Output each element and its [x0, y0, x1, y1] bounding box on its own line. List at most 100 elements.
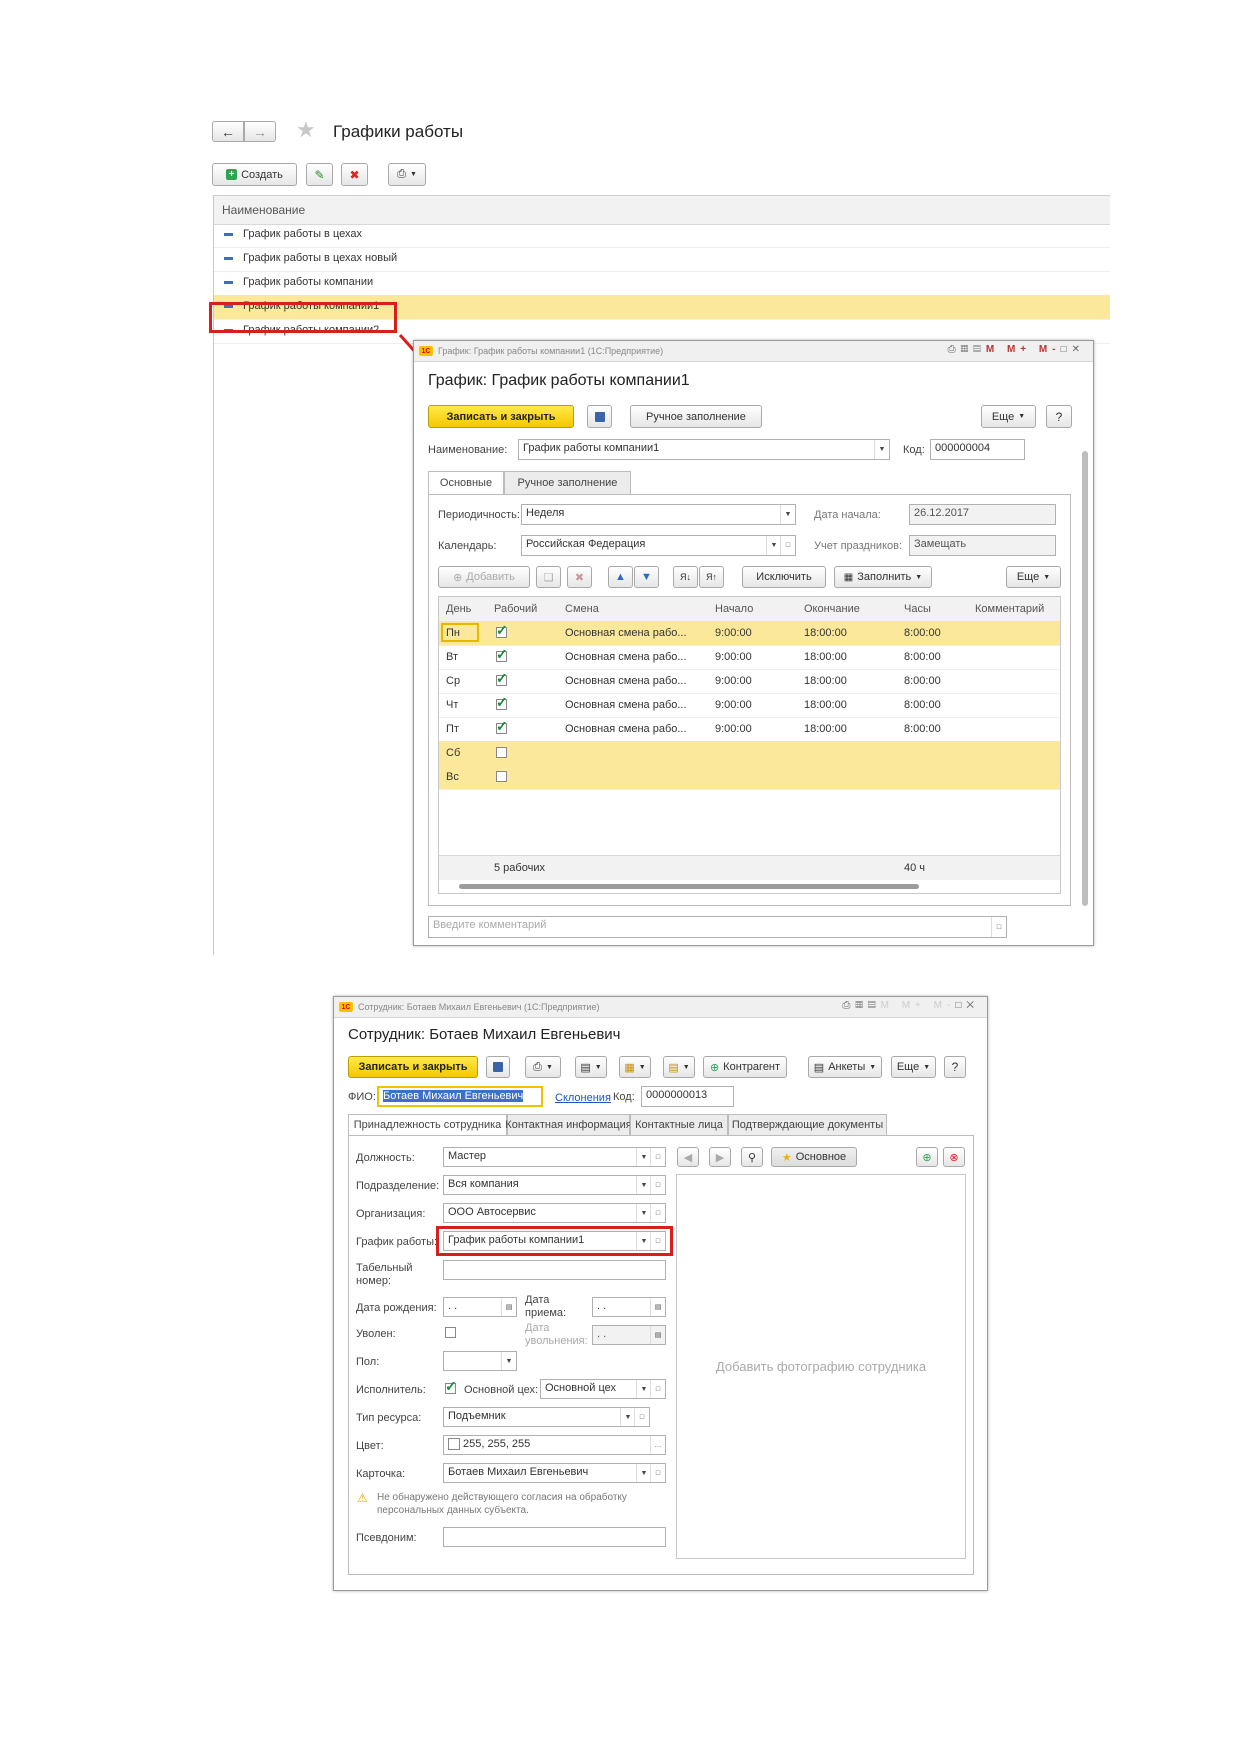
- close-icon[interactable]: ✕: [1072, 344, 1085, 355]
- print-button[interactable]: ⎙ ▼: [525, 1056, 561, 1078]
- help-button[interactable]: ?: [1046, 405, 1072, 428]
- chevron-down-icon[interactable]: ▼: [780, 505, 795, 524]
- birth-field[interactable]: . . ▤: [443, 1297, 517, 1317]
- period-field[interactable]: Неделя ▼: [521, 504, 796, 525]
- grid-row[interactable]: Вс: [439, 765, 1060, 790]
- header-start[interactable]: Начало: [715, 597, 753, 621]
- gender-field[interactable]: ▼: [443, 1351, 517, 1371]
- list-item[interactable]: График работы компании: [214, 271, 1110, 296]
- tabnum-field[interactable]: [443, 1260, 666, 1280]
- save-button[interactable]: [587, 405, 612, 428]
- open-icon[interactable]: □: [780, 536, 795, 555]
- employee-titlebar[interactable]: 1С Сотрудник: Ботаев Михаил Евгеньевич (…: [334, 997, 987, 1018]
- sort-desc-button[interactable]: Я↑: [699, 566, 724, 588]
- forward-button[interactable]: →: [244, 121, 276, 142]
- manual-fill-button[interactable]: Ручное заполнение: [630, 405, 762, 428]
- photo-prev-button[interactable]: ◀: [677, 1147, 699, 1167]
- header-day[interactable]: День: [446, 597, 471, 621]
- hire-field[interactable]: . . ▤: [592, 1297, 666, 1317]
- chevron-down-icon[interactable]: ▼: [501, 1352, 516, 1370]
- calendar-icon[interactable]: ▤: [650, 1298, 665, 1316]
- executor-checkbox[interactable]: ✓: [445, 1378, 457, 1394]
- open-icon[interactable]: □: [650, 1464, 665, 1482]
- grid-row[interactable]: Сб: [439, 741, 1060, 766]
- color-field[interactable]: 255, 255, 255…: [443, 1435, 666, 1455]
- window-print-icon[interactable]: ⎙: [842, 1000, 855, 1011]
- photo-zoom-button[interactable]: ⚲: [741, 1147, 763, 1167]
- ellipsis-icon[interactable]: …: [650, 1436, 665, 1454]
- grid-row[interactable]: Пн Основная смена рабо... 9:00:00 18:00:00 8…: [439, 621, 1060, 646]
- tab-contact-persons[interactable]: Контактные лица: [630, 1114, 728, 1136]
- grid-row[interactable]: Ср Основная смена рабо... 9:00:00 18:00:00 8…: [439, 669, 1060, 694]
- open-icon[interactable]: □: [650, 1204, 665, 1222]
- reports-button[interactable]: ▤ ▼: [663, 1056, 695, 1078]
- chevron-down-icon[interactable]: ▼: [766, 536, 781, 555]
- window-scrollbar[interactable]: [1082, 451, 1088, 906]
- code-field[interactable]: 000000004: [930, 439, 1025, 460]
- working-checkbox[interactable]: [496, 747, 507, 758]
- chevron-down-icon[interactable]: ▼: [636, 1148, 651, 1166]
- photo-add-button[interactable]: ⊕: [916, 1147, 938, 1167]
- comment-field[interactable]: Введите комментарий □: [428, 916, 1007, 938]
- create-based-button[interactable]: ▦ ▼: [619, 1056, 651, 1078]
- add-row-button[interactable]: ⊕ Добавить: [438, 566, 530, 588]
- calendar-icon[interactable]: ▤: [501, 1298, 516, 1316]
- memory-m-icon[interactable]: M M+ M-: [986, 344, 1061, 355]
- chevron-down-icon[interactable]: ▼: [620, 1408, 635, 1426]
- header-end[interactable]: Окончание: [804, 597, 860, 621]
- photo-main-button[interactable]: ★ Основное: [771, 1147, 857, 1167]
- move-up-button[interactable]: ▲: [608, 566, 633, 588]
- save-close-button[interactable]: Записать и закрыть: [428, 405, 574, 428]
- open-icon[interactable]: □: [650, 1148, 665, 1166]
- delete-row-button[interactable]: ✖: [567, 566, 592, 588]
- header-working[interactable]: Рабочий: [494, 597, 537, 621]
- chevron-down-icon[interactable]: ▼: [874, 440, 889, 459]
- main-shop-field[interactable]: Основной цех ▼ □: [540, 1379, 666, 1399]
- position-field[interactable]: Мастер ▼ □: [443, 1147, 666, 1167]
- exclude-button[interactable]: Исключить: [742, 566, 826, 588]
- org-field[interactable]: ООО Автосервис ▼ □: [443, 1203, 666, 1223]
- name-field[interactable]: График работы компании1 ▼: [518, 439, 890, 460]
- tab-main[interactable]: Основные: [428, 471, 504, 495]
- goto-button[interactable]: ▤ ▼: [575, 1056, 607, 1078]
- open-icon[interactable]: □: [650, 1380, 665, 1398]
- working-checkbox[interactable]: ✓: [496, 670, 508, 686]
- back-button[interactable]: ←: [212, 121, 244, 142]
- help-button[interactable]: ?: [944, 1056, 966, 1078]
- list-item[interactable]: График работы в цехах: [214, 223, 1110, 248]
- more-button[interactable]: Еще ▼: [981, 405, 1036, 428]
- tab-documents[interactable]: Подтверждающие документы: [728, 1114, 887, 1136]
- chevron-down-icon[interactable]: ▼: [636, 1204, 651, 1222]
- window-print-icon[interactable]: ⎙: [948, 344, 961, 355]
- list-header[interactable]: Наименование: [214, 195, 1110, 225]
- chevron-down-icon[interactable]: ▼: [636, 1380, 651, 1398]
- grid-hscrollbar[interactable]: [459, 884, 919, 889]
- header-hours[interactable]: Часы: [904, 597, 931, 621]
- photo-delete-button[interactable]: ⊗: [943, 1147, 965, 1167]
- list-item[interactable]: График работы в цехах новый: [214, 247, 1110, 272]
- grid-row[interactable]: Пт Основная смена рабо... 9:00:00 18:00:00 8…: [439, 717, 1060, 742]
- photo-next-button[interactable]: ▶: [709, 1147, 731, 1167]
- open-icon[interactable]: □: [634, 1408, 649, 1426]
- tab-membership[interactable]: Принадлежность сотрудника: [348, 1114, 507, 1136]
- header-shift[interactable]: Смена: [565, 597, 599, 621]
- tab-contacts[interactable]: Контактная информация: [505, 1114, 632, 1136]
- copy-row-button[interactable]: ❏: [536, 566, 561, 588]
- grid-more-button[interactable]: Еще ▼: [1006, 566, 1061, 588]
- chevron-down-icon[interactable]: ▼: [636, 1464, 651, 1482]
- chevron-down-icon[interactable]: ▼: [636, 1176, 651, 1194]
- move-down-button[interactable]: ▼: [634, 566, 659, 588]
- save-button[interactable]: [486, 1056, 510, 1078]
- surveys-button[interactable]: ▤ Анкеты ▼: [808, 1056, 882, 1078]
- window-calc-icon[interactable]: ▦: [855, 1000, 868, 1011]
- schedule-titlebar[interactable]: 1С График: График работы компании1 (1С:П…: [414, 341, 1093, 362]
- fio-field[interactable]: Ботаев Михаил Евгеньевич: [377, 1086, 543, 1107]
- header-comment[interactable]: Комментарий: [975, 597, 1044, 621]
- photo-area[interactable]: Добавить фотографию сотрудника: [676, 1174, 966, 1559]
- counterparty-button[interactable]: ⊕ Контрагент: [703, 1056, 787, 1078]
- working-checkbox[interactable]: ✓: [496, 694, 508, 710]
- window-calendar-icon[interactable]: ▤: [973, 344, 986, 355]
- memory-m-icon[interactable]: M M+ M-: [881, 1000, 956, 1011]
- maximize-icon[interactable]: □: [1061, 344, 1072, 355]
- calendar-field[interactable]: Российская Федерация ▼ □: [521, 535, 796, 556]
